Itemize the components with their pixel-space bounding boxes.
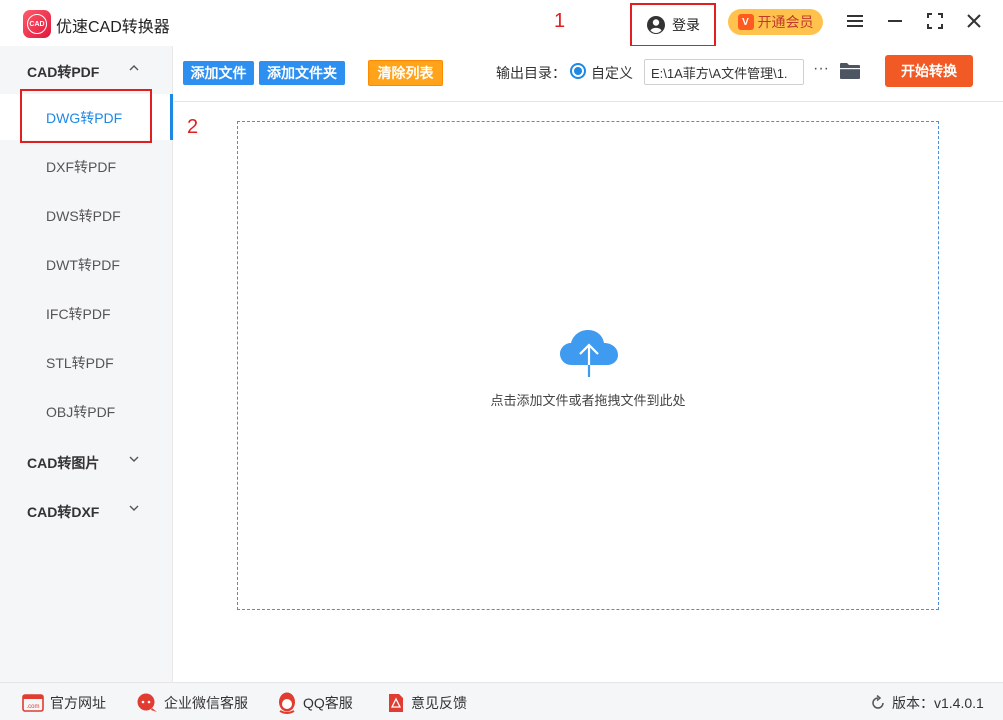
chevron-down-icon [129, 456, 139, 462]
chevron-up-icon [129, 65, 139, 71]
clear-list-button[interactable]: 清除列表 [368, 60, 443, 86]
category-label: CAD转DXF [27, 504, 100, 520]
annotation-number-1: 1 [554, 10, 566, 32]
feedback-label: 意见反馈 [411, 695, 467, 711]
app-title: 优速CAD转换器 [56, 19, 170, 36]
sidebar-item-label: DWT转PDF [46, 257, 120, 273]
custom-dir-radio[interactable] [570, 63, 586, 79]
version-info: 版本：v1.4.0.1 [870, 693, 984, 713]
sidebar-item-label: IFC转PDF [46, 306, 111, 322]
qq-support-link[interactable]: QQ客服 [277, 692, 353, 714]
refresh-icon[interactable] [870, 695, 886, 711]
sidebar-category-cad-to-pdf[interactable]: CAD转PDF [0, 50, 173, 90]
sidebar-item-label: OBJ转PDF [46, 404, 116, 420]
start-convert-button[interactable]: 开始转换 [885, 55, 973, 87]
vip-icon: V [737, 14, 754, 30]
sidebar-item-label: DXF转PDF [46, 159, 116, 175]
maximize-icon[interactable] [924, 10, 946, 32]
cloud-upload-icon [560, 330, 618, 377]
annotation-box-2 [20, 89, 152, 143]
active-indicator [170, 94, 173, 140]
svg-text:.com: .com [26, 704, 39, 710]
file-drop-zone[interactable]: 点击添加文件或者拖拽文件到此处 [237, 121, 939, 610]
website-icon: .com [22, 694, 44, 712]
add-folder-button[interactable]: 添加文件夹 [259, 61, 345, 85]
feedback-icon [389, 694, 403, 712]
login-label: 登录 [672, 17, 700, 33]
sidebar-item-dws-to-pdf[interactable]: DWS转PDF [0, 192, 173, 238]
toolbar: 添加文件 添加文件夹 清除列表 输出目录： 自定义 ··· 开始转换 [174, 46, 1003, 102]
sidebar-category-cad-to-image[interactable]: CAD转图片 [0, 441, 173, 481]
custom-dir-radio-label[interactable]: 自定义 [591, 63, 633, 83]
add-file-button[interactable]: 添加文件 [183, 61, 254, 85]
vip-label: 开通会员 [757, 14, 814, 30]
footer: .com 官方网址 企业微信客服 QQ客服 意见反馈 版本：v1.4.0.1 [0, 682, 1003, 720]
website-label: 官方网址 [50, 695, 106, 711]
output-path-input[interactable] [644, 59, 804, 85]
sidebar: CAD转PDF DWG转PDF DXF转PDF DWS转PDF DWT转PDF … [0, 46, 173, 682]
wechat-support-link[interactable]: 企业微信客服 [136, 693, 248, 713]
version-label: 版本：v1.4.0.1 [892, 695, 984, 711]
wechat-icon [137, 693, 157, 712]
sidebar-category-cad-to-dxf[interactable]: CAD转DXF [0, 490, 173, 530]
feedback-link[interactable]: 意见反馈 [387, 693, 467, 713]
menu-icon[interactable] [844, 10, 866, 32]
website-link[interactable]: .com 官方网址 [22, 693, 106, 713]
drop-hint-text: 点击添加文件或者拖拽文件到此处 [490, 393, 686, 408]
folder-icon[interactable] [839, 61, 861, 81]
title-bar: CAD 优速CAD转换器 1 登录 V 开通会员 [0, 0, 1003, 47]
qq-label: QQ客服 [303, 695, 353, 711]
close-icon[interactable] [963, 10, 985, 32]
sidebar-item-dxf-to-pdf[interactable]: DXF转PDF [0, 143, 173, 189]
sidebar-item-label: STL转PDF [46, 355, 114, 371]
sidebar-item-dwt-to-pdf[interactable]: DWT转PDF [0, 241, 173, 287]
sidebar-item-label: DWS转PDF [46, 208, 121, 224]
sidebar-item-ifc-to-pdf[interactable]: IFC转PDF [0, 290, 173, 336]
sidebar-item-stl-to-pdf[interactable]: STL转PDF [0, 339, 173, 385]
wechat-label: 企业微信客服 [164, 695, 248, 711]
app-logo-text: CAD [27, 14, 47, 34]
vip-button[interactable]: V 开通会员 [728, 9, 823, 35]
category-label: CAD转PDF [27, 64, 100, 80]
chevron-down-icon [129, 505, 139, 511]
sidebar-item-obj-to-pdf[interactable]: OBJ转PDF [0, 388, 173, 434]
login-button[interactable]: 登录 [630, 3, 716, 47]
minimize-icon[interactable] [884, 10, 906, 32]
qq-icon [279, 692, 295, 714]
category-label: CAD转图片 [27, 455, 100, 471]
output-dir-label: 输出目录： [496, 65, 566, 81]
user-icon [647, 16, 665, 34]
more-options-button[interactable]: ··· [811, 59, 831, 83]
annotation-number-2: 2 [187, 116, 199, 138]
app-logo: CAD [23, 10, 51, 38]
